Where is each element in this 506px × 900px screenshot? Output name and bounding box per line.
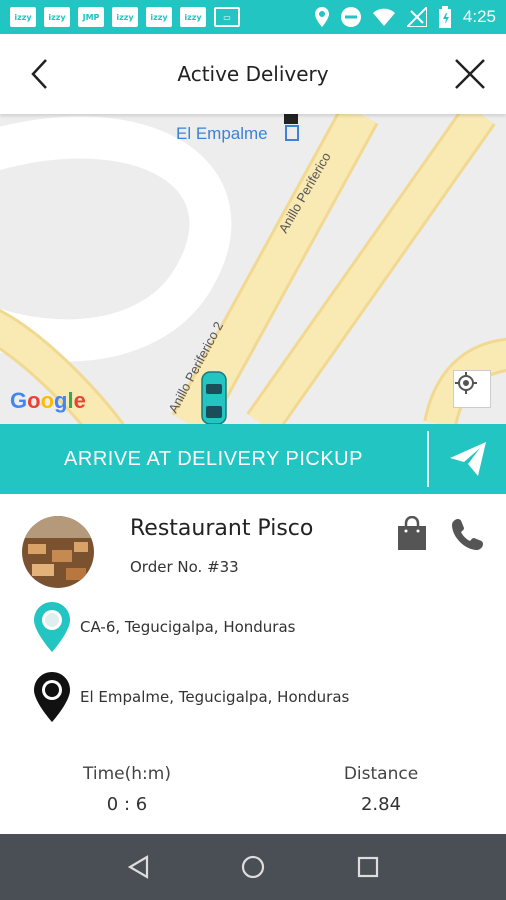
notification-icon: izzy — [10, 7, 36, 27]
restaurant-name: Restaurant Pisco — [130, 516, 314, 541]
notification-icon: JMP — [78, 7, 104, 27]
divider — [427, 431, 429, 487]
triangle-back-icon — [127, 855, 148, 879]
calendar-notification-icon: ▭ — [214, 7, 240, 27]
wifi-icon — [372, 8, 395, 26]
page-title: Active Delivery — [177, 62, 329, 86]
paper-plane-icon — [449, 442, 486, 476]
circle-home-icon — [241, 855, 265, 879]
map-roads: Anillo Periferico Anillo Periferico 2 — [0, 114, 506, 424]
pickup-pin-icon — [34, 602, 70, 652]
battery-icon — [438, 6, 451, 28]
close-button[interactable] — [452, 56, 488, 92]
dropoff-pin-icon — [34, 672, 70, 722]
nav-back-button[interactable] — [118, 847, 158, 887]
pickup-address: CA-6, Tegucigalpa, Honduras — [80, 618, 296, 636]
map-place-label: El Empalme — [176, 124, 268, 143]
distance-label: Distance — [343, 764, 419, 784]
notification-icon: izzy — [146, 7, 172, 27]
time-label: Time(h:m) — [83, 764, 171, 784]
location-icon — [314, 7, 329, 27]
system-nav-bar — [0, 834, 506, 900]
distance-value: 2.84 — [360, 794, 402, 815]
crosshair-icon — [455, 372, 477, 394]
back-button[interactable] — [24, 56, 60, 92]
no-signal-icon — [406, 7, 427, 27]
phone-icon — [452, 519, 483, 550]
shopping-bag-button[interactable] — [396, 515, 428, 552]
nav-home-button[interactable] — [233, 847, 273, 887]
arrive-pickup-button[interactable]: ARRIVE AT DELIVERY PICKUP — [0, 424, 427, 494]
dropoff-address: El Empalme, Tegucigalpa, Honduras — [80, 688, 350, 706]
map-view[interactable]: Anillo Periferico Anillo Periferico 2 El… — [0, 114, 506, 424]
app-header: Active Delivery — [0, 34, 506, 114]
square-recents-icon — [358, 856, 379, 878]
nav-recents-button[interactable] — [348, 847, 388, 887]
order-number: Order No. #33 — [130, 558, 239, 576]
restaurant-avatar — [22, 516, 94, 588]
notification-icon: izzy — [44, 7, 70, 27]
navigate-button[interactable] — [429, 424, 506, 494]
call-button[interactable] — [450, 516, 486, 552]
my-location-button[interactable] — [453, 370, 491, 408]
time-value: 0 : 6 — [106, 794, 148, 815]
chevron-left-icon — [31, 59, 47, 89]
clock: 4:25 — [462, 7, 496, 26]
delivery-details: Restaurant Pisco Order No. #33 CA-6, Teg… — [0, 494, 506, 834]
google-logo: Google — [10, 388, 86, 413]
notification-icon: izzy — [180, 7, 206, 27]
close-icon — [455, 59, 485, 89]
action-bar: ARRIVE AT DELIVERY PICKUP — [0, 424, 506, 494]
shopping-bag-icon — [398, 515, 426, 550]
do-not-disturb-icon — [340, 7, 361, 27]
notification-icon: izzy — [112, 7, 138, 27]
car-marker — [201, 371, 227, 424]
status-bar: izzy izzy JMP izzy izzy izzy ▭ 4:25 — [0, 0, 506, 34]
